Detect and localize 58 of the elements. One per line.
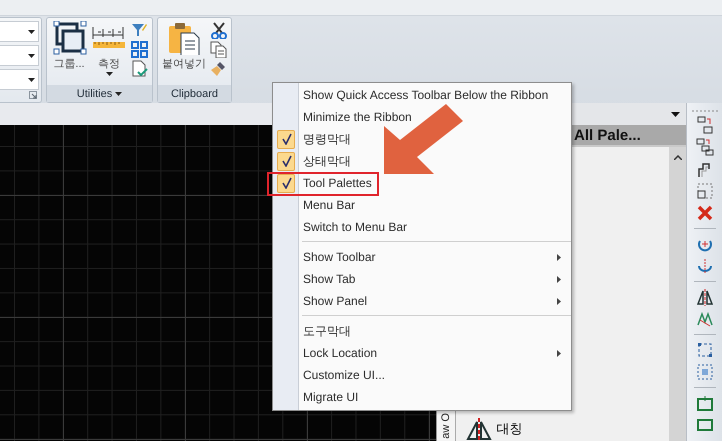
menu-item[interactable]: Switch to Menu Bar [273,216,571,238]
menu-item[interactable]: Tool Palettes [273,172,571,194]
panel-title: Utilities [76,88,112,100]
ribbon-tool-button[interactable]: 붙여넣기 [162,21,206,85]
scissors-icon[interactable] [210,22,227,39]
scrollbar[interactable] [669,147,686,441]
menu-item[interactable]: Minimize the Ribbon [273,106,571,128]
stretch-icon[interactable] [696,363,714,381]
dropdown-field[interactable] [0,45,39,66]
scale-icon[interactable] [696,341,714,359]
side-tab-label: aw O [440,413,452,439]
box-icon[interactable] [696,394,714,412]
menu-item[interactable]: 상태막대 [273,150,571,172]
menu-item[interactable]: Show Quick Access Toolbar Below the Ribbon [273,84,571,106]
mirror-copy-icon[interactable] [696,310,714,328]
dropdown-field[interactable] [0,69,39,90]
caret-icon [28,54,35,58]
menu-item[interactable]: Show Panel [273,290,571,312]
filter-icon[interactable] [131,22,148,39]
menu-item[interactable]: Menu Bar [273,194,571,216]
rotate-axis-icon[interactable] [696,257,714,275]
ribbon-tool-button[interactable]: 측정 [91,21,127,85]
cross-icon[interactable] [696,204,714,222]
caret-icon [28,30,35,34]
caret-icon[interactable] [671,112,680,116]
check-icon [280,155,292,167]
caret-icon[interactable] [115,92,122,96]
dialog-launcher-icon[interactable] [29,91,37,99]
panel-title: Clipboard [170,88,218,100]
rectangle-icon[interactable] [696,416,714,434]
dashed-box-icon[interactable] [696,182,714,200]
checkbox[interactable] [277,174,295,192]
menu-item[interactable]: Migrate UI [273,386,571,408]
mirror-icon[interactable] [696,288,714,306]
check-icon [280,133,292,145]
document-check-icon[interactable] [131,60,148,77]
mirror-icon [466,418,492,440]
caret-icon [28,78,35,82]
palette-tab[interactable]: All Pale... [572,125,686,145]
checkbox[interactable] [277,152,295,170]
checkbox[interactable] [277,130,295,148]
palette-tool[interactable]: 대칭 [466,417,670,441]
array-icon[interactable] [696,138,714,156]
menu-item[interactable]: Show Tab [273,268,571,290]
menu-item[interactable]: Customize UI... [273,364,571,386]
menu-item[interactable]: Lock Location [273,342,571,364]
check-icon [280,177,292,189]
grid-icon[interactable] [131,41,148,58]
menu-item[interactable]: 도구막대 [273,320,571,342]
paintbrush-icon[interactable] [210,60,227,77]
ribbon-tool-button[interactable]: 그룹... [51,21,87,85]
dropdown-field[interactable] [0,21,39,42]
menu-item[interactable]: Show Toolbar [273,246,571,268]
copy-icon[interactable] [210,41,227,58]
group-icon [51,21,87,55]
copy-object-icon[interactable] [696,116,714,134]
clipboard-icon [166,21,202,55]
scroll-up-icon[interactable] [674,155,682,160]
